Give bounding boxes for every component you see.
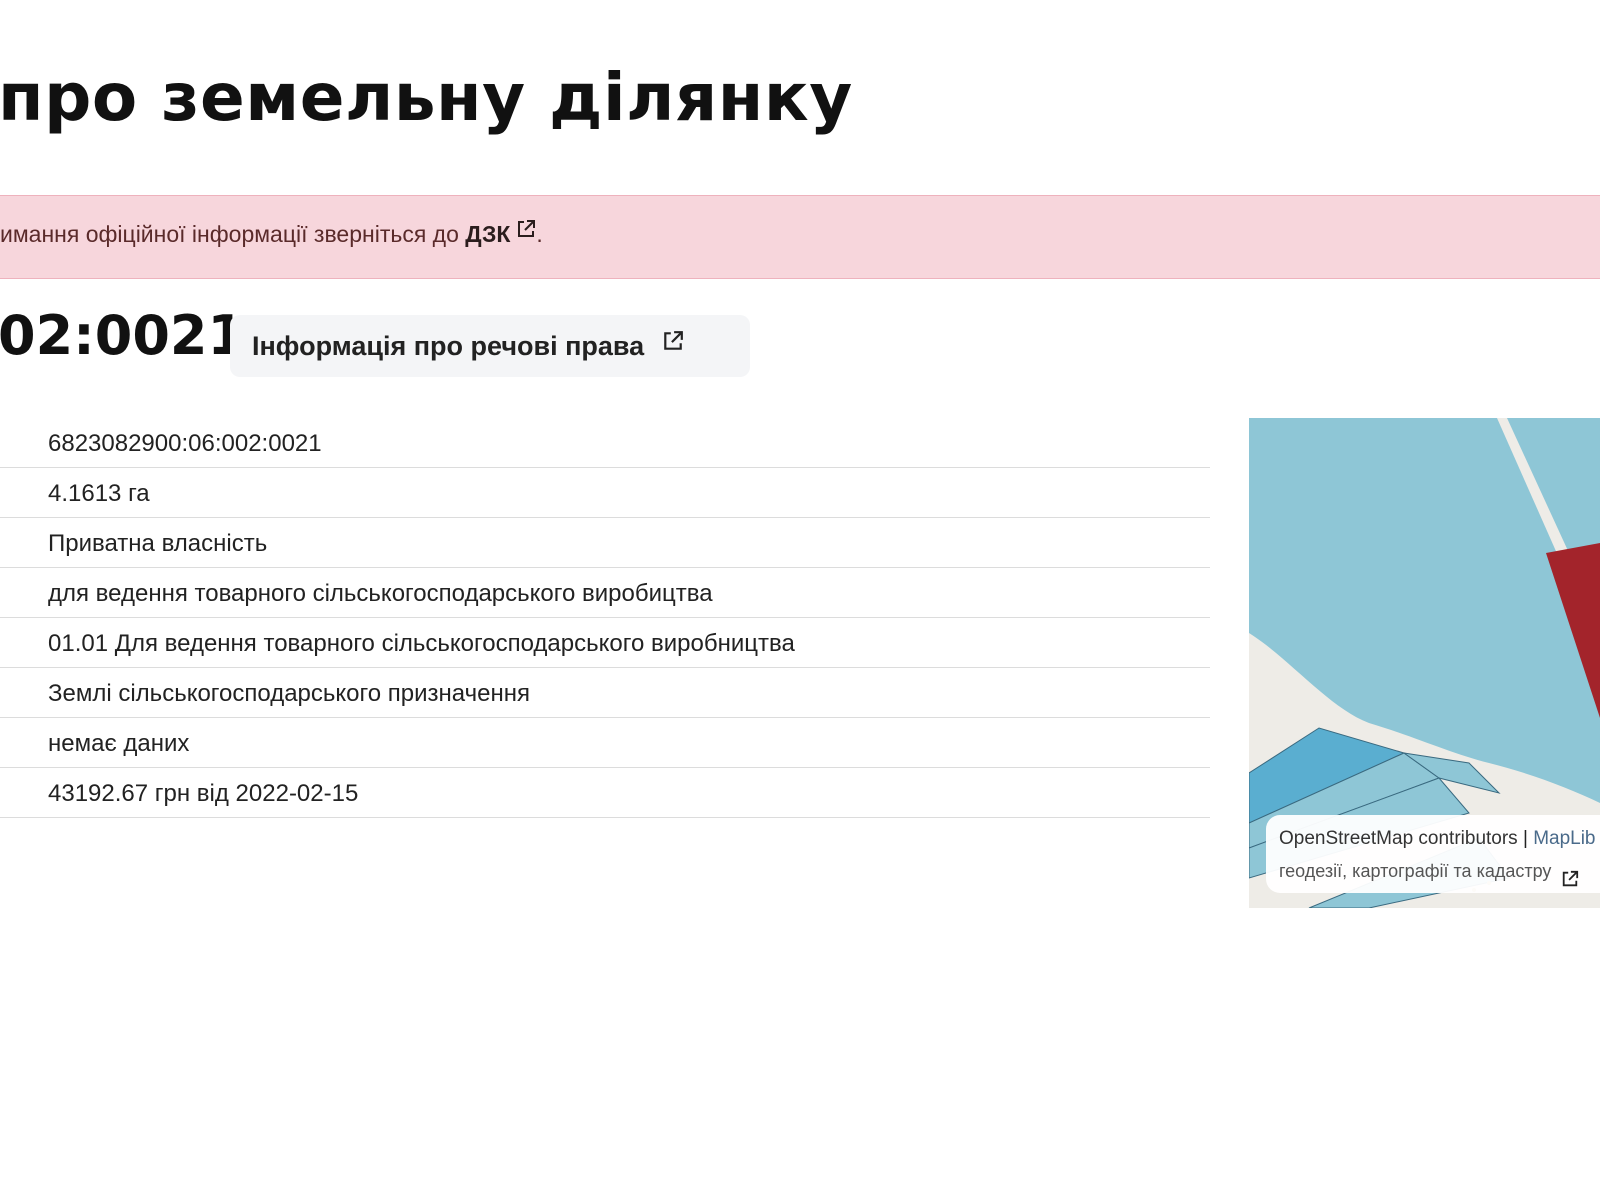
detail-row: 4.1613 га — [0, 468, 1210, 518]
parcel-details-table: 6823082900:06:002:0021 4.1613 га Приватн… — [0, 418, 1210, 818]
info-alert: имання офіційної інформації зверніться д… — [0, 195, 1600, 279]
alert-suffix: . — [536, 221, 543, 247]
parcel-map[interactable]: OpenStreetMap contributors | MapLib геод… — [1249, 418, 1600, 908]
detail-row: 01.01 Для ведення товарного сільськогосп… — [0, 618, 1210, 668]
page-title: про земельну ділянку — [0, 59, 853, 136]
detail-value: немає даних — [48, 730, 190, 757]
detail-value: 6823082900:06:002:0021 — [48, 430, 322, 457]
detail-row: 6823082900:06:002:0021 — [0, 418, 1210, 468]
detail-row: Землі сільськогосподарського призначення — [0, 668, 1210, 718]
cadastre-attribution[interactable]: геодезії, картографії та кадастру — [1279, 861, 1551, 881]
attribution-line-1: OpenStreetMap contributors | MapLib — [1279, 823, 1600, 855]
cadastral-number-heading: 02:0021 — [0, 304, 246, 367]
detail-row: немає даних — [0, 718, 1210, 768]
map-attribution: OpenStreetMap contributors | MapLib геод… — [1266, 815, 1600, 893]
external-link-icon — [516, 218, 536, 245]
attribution-separator: | — [1517, 828, 1534, 849]
osm-attribution-link[interactable]: OpenStreetMap contributors — [1279, 828, 1518, 849]
detail-value: Приватна власність — [48, 530, 268, 557]
property-rights-button[interactable]: Інформація про речові права — [230, 315, 750, 377]
property-rights-label: Інформація про речові права — [252, 330, 645, 361]
detail-row: для ведення товарного сільськогосподарсь… — [0, 568, 1210, 618]
detail-row: 43192.67 грн від 2022-02-15 — [0, 768, 1210, 818]
detail-row: Приватна власність — [0, 518, 1210, 568]
detail-value: Землі сільськогосподарського призначення — [48, 680, 530, 707]
detail-value: 01.01 Для ведення товарного сільськогосп… — [48, 630, 795, 657]
external-link-icon — [662, 328, 684, 359]
alert-text: имання офіційної інформації зверніться д… — [0, 218, 543, 249]
dzk-link-label: ДЗК — [465, 221, 511, 247]
detail-value: для ведення товарного сільськогосподарсь… — [48, 580, 713, 607]
dzk-link[interactable]: ДЗК — [465, 218, 536, 247]
page: про земельну ділянку имання офіційної ін… — [0, 0, 1600, 1200]
alert-message: имання офіційної інформації зверніться д… — [0, 221, 466, 247]
detail-value: 43192.67 грн від 2022-02-15 — [48, 780, 359, 807]
maplibre-attribution-link[interactable]: MapLib — [1533, 828, 1595, 849]
detail-value: 4.1613 га — [48, 480, 150, 507]
attribution-line-2: геодезії, картографії та кадастру — [1279, 855, 1600, 887]
